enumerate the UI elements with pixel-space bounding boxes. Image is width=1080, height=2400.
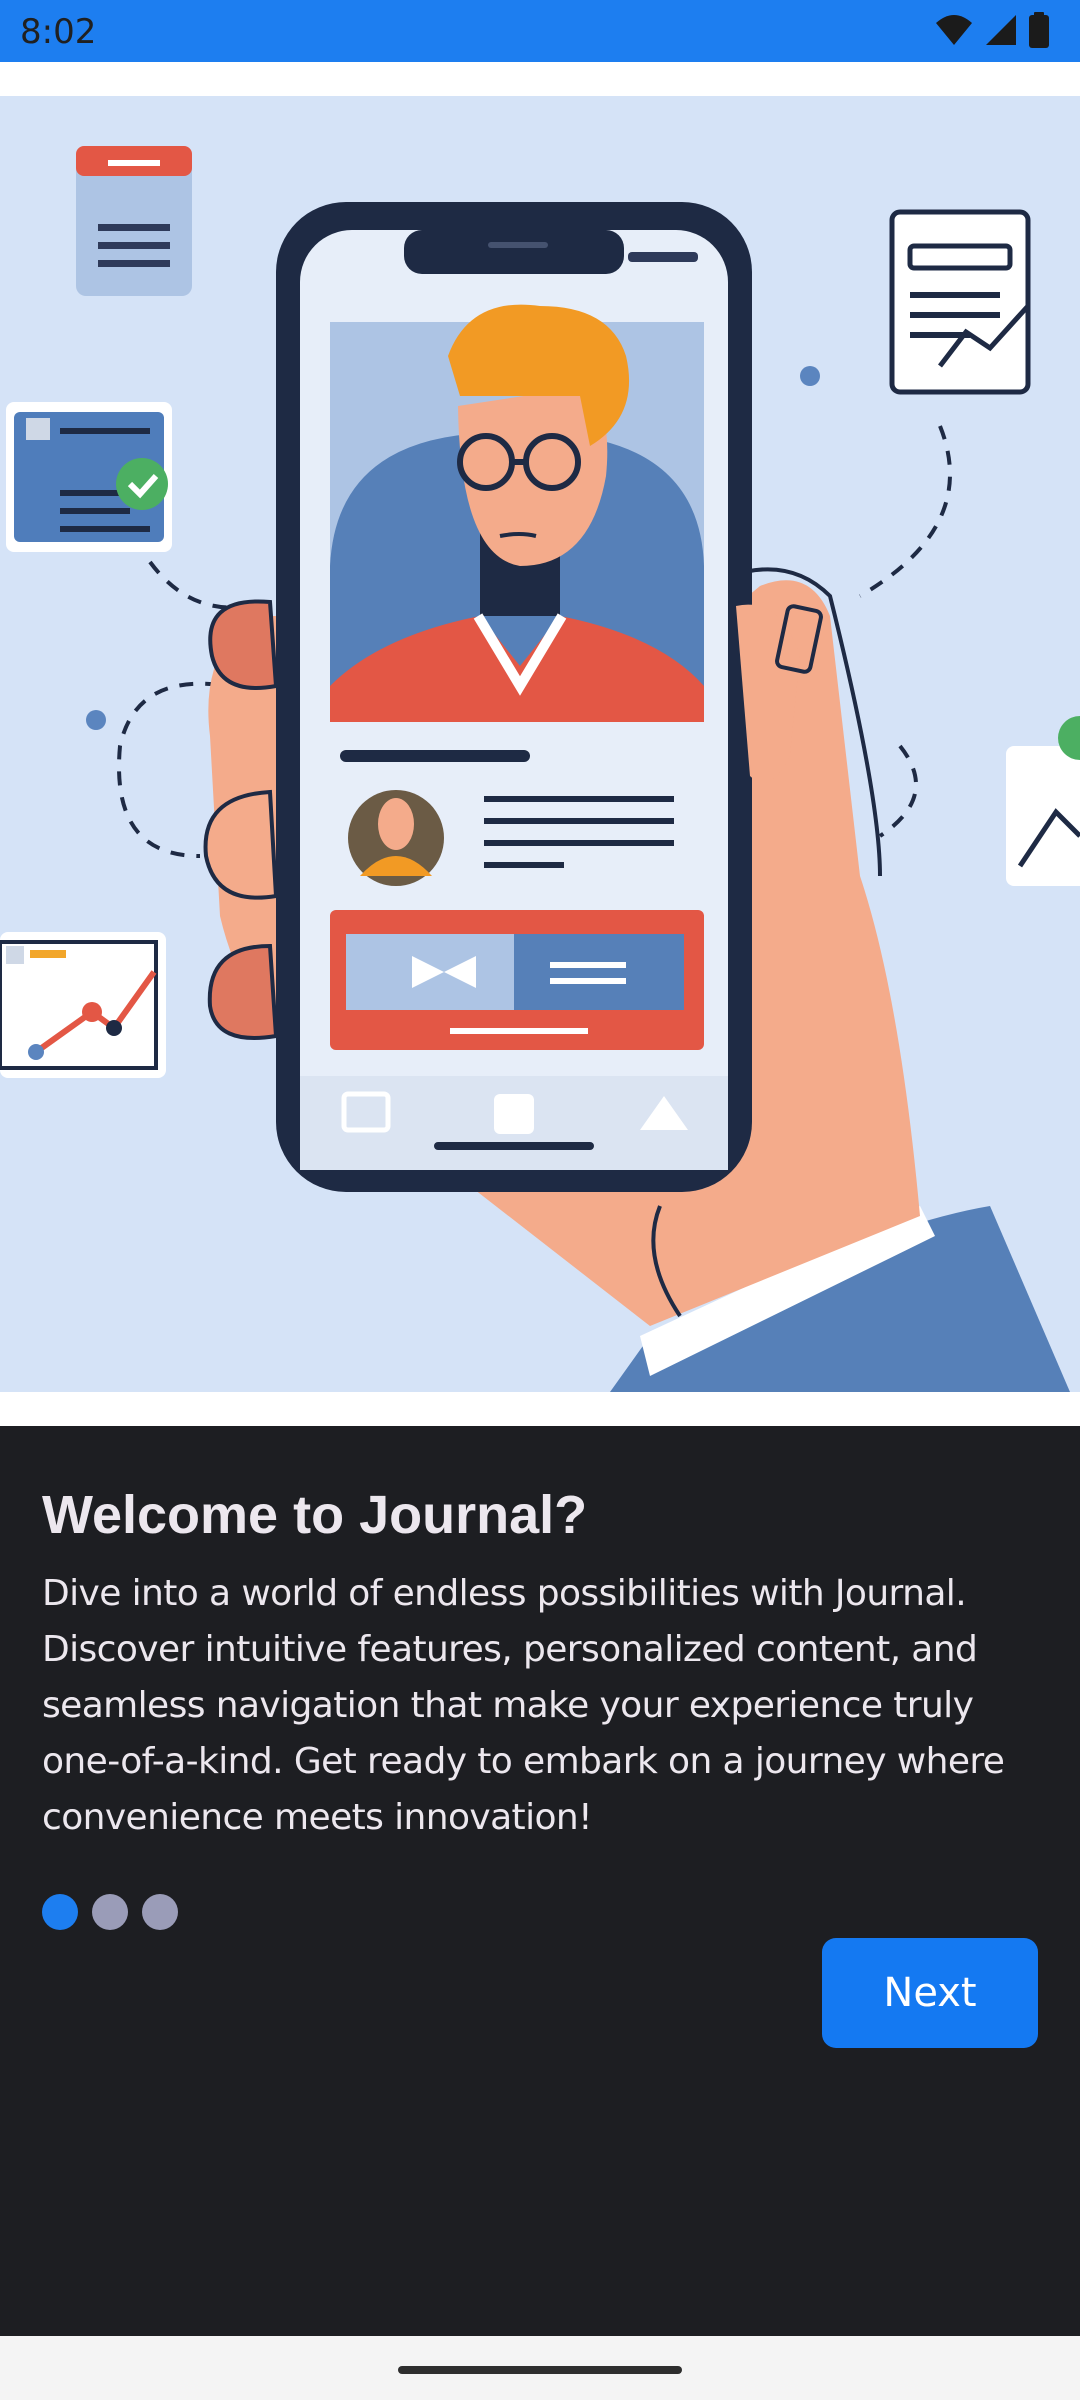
page-indicator	[42, 1894, 178, 1930]
onboarding-panel: Welcome to Journal? Dive into a world of…	[0, 1426, 1080, 2336]
page-indicator-dot-2	[92, 1894, 128, 1930]
status-icons	[934, 12, 1050, 48]
wifi-icon	[934, 13, 974, 47]
navigation-bar	[0, 2336, 1080, 2400]
battery-icon	[1028, 12, 1050, 48]
home-gesture-handle[interactable]	[398, 2366, 682, 2374]
next-button[interactable]: Next	[822, 1938, 1038, 2048]
page-indicator-dot-3	[142, 1894, 178, 1930]
status-bar: 8:02	[0, 0, 1080, 62]
onboarding-illustration	[0, 96, 1080, 1392]
onboarding-title: Welcome to Journal?	[42, 1485, 588, 1545]
page-indicator-dot-1-active	[42, 1894, 78, 1930]
signal-icon	[984, 13, 1018, 47]
status-time: 8:02	[20, 12, 97, 52]
onboarding-description: Dive into a world of endless possibiliti…	[42, 1573, 1005, 1838]
